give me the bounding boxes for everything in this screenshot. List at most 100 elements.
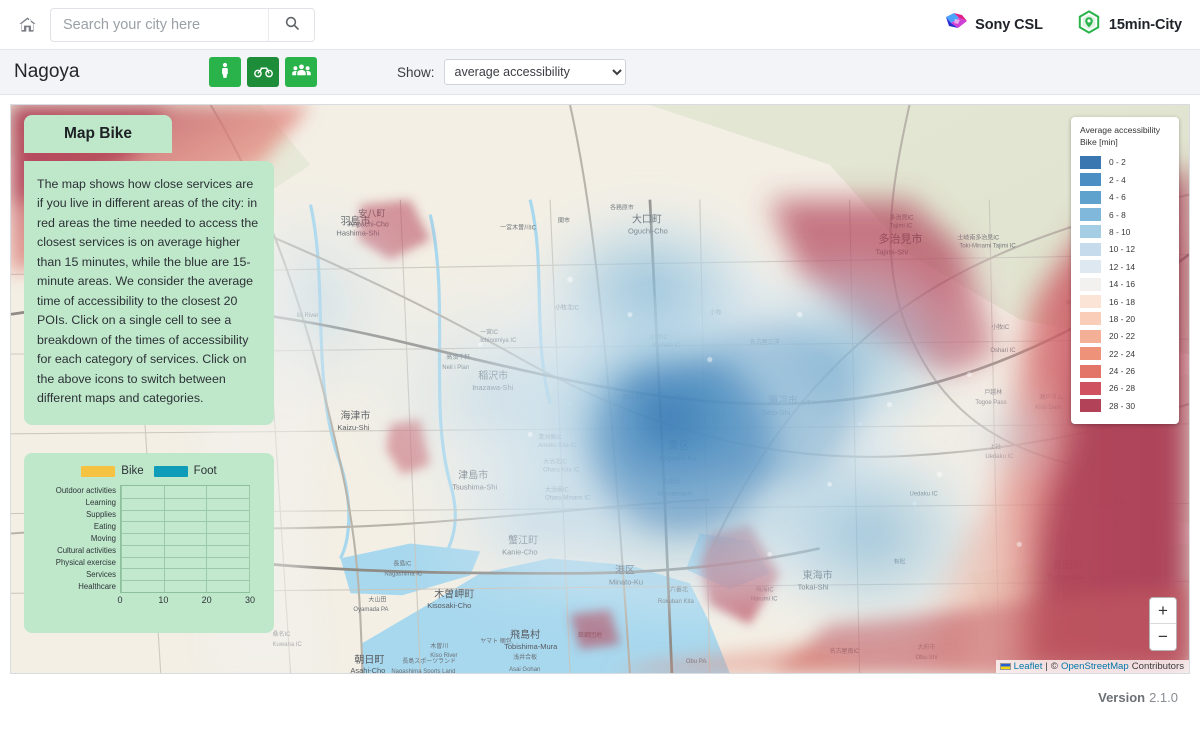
- legend-title-line2: Bike [min]: [1080, 136, 1118, 147]
- legend-label: 2 - 4: [1109, 174, 1126, 185]
- zoom-out-button[interactable]: −: [1150, 624, 1176, 650]
- legend-entries: 0 - 2 2 - 4 4 - 6 6 - 8 8 - 10 10 - 12 12 - 14…: [1080, 154, 1170, 415]
- svg-text:Nagashima Sports Land: Nagashima Sports Land: [391, 669, 455, 673]
- chart-category: Cultural activities: [57, 546, 116, 556]
- legend-label: 10 - 12: [1109, 244, 1136, 255]
- chart-body: Outdoor activities Learning Supplies Eat…: [30, 485, 268, 593]
- brand-15min-city[interactable]: 15min-City: [1077, 10, 1182, 39]
- leaflet-link[interactable]: Leaflet: [1014, 661, 1043, 672]
- legend-swatch: [1080, 364, 1101, 378]
- svg-text:刈谷: 刈谷: [1121, 632, 1133, 640]
- legend-row: 24 - 26: [1080, 362, 1170, 379]
- svg-text:一宮IC: 一宮IC: [480, 328, 499, 336]
- svg-text:Toyota-Shi: Toyota-Shi: [1047, 572, 1083, 581]
- search-bar[interactable]: [50, 7, 315, 42]
- search-input[interactable]: [51, 8, 268, 41]
- svg-text:Obu PA: Obu PA: [686, 659, 706, 665]
- legend-label: 6 - 8: [1109, 209, 1126, 220]
- svg-text:Tajimi-Shi: Tajimi-Shi: [876, 247, 909, 256]
- svg-text:Oshari IC: Oshari IC: [990, 348, 1016, 354]
- chart-plot-area[interactable]: [120, 485, 250, 593]
- legend-title-line1: Average accessibility: [1080, 125, 1161, 135]
- chart-legend-label-foot: Foot: [193, 465, 217, 477]
- top-bar: Sony CSL 15min-City: [0, 0, 1200, 50]
- legend-row: 0 - 2: [1080, 154, 1170, 171]
- svg-text:名古屋南IC: 名古屋南IC: [830, 647, 861, 655]
- legend-row: 16 - 18: [1080, 293, 1170, 310]
- svg-text:大治北IC: 大治北IC: [543, 458, 568, 466]
- zoom-in-button[interactable]: +: [1150, 598, 1176, 624]
- legend-row: 10 - 12: [1080, 241, 1170, 258]
- fifteen-min-city-logo: [1077, 10, 1101, 39]
- legend-swatch: [1080, 173, 1101, 187]
- svg-text:瀬戸市: 瀬戸市: [768, 394, 798, 407]
- map-title-tab[interactable]: Map Bike: [24, 115, 172, 153]
- show-label: Show:: [397, 64, 435, 80]
- legend-label: 24 - 26: [1109, 366, 1136, 377]
- svg-text:Oyamada PA: Oyamada PA: [353, 607, 388, 613]
- svg-text:Toki-Minami Tajimi IC: Toki-Minami Tajimi IC: [959, 244, 1016, 250]
- svg-text:Marutamachi: Marutamachi: [658, 492, 693, 498]
- chart-x-tick: 20: [201, 595, 212, 605]
- svg-text:Kaizu-Shi: Kaizu-Shi: [337, 423, 369, 432]
- mode-button-foot[interactable]: [209, 57, 241, 87]
- legend-swatch: [1080, 155, 1101, 169]
- svg-text:Oguchi-Cho: Oguchi-Cho: [628, 227, 668, 236]
- svg-text:港区: 港区: [615, 564, 635, 576]
- svg-text:Anpachi-Cho: Anpachi-Cho: [348, 222, 388, 229]
- svg-text:Tokai-Shi: Tokai-Shi: [798, 582, 829, 591]
- svg-text:有松: 有松: [894, 557, 906, 565]
- show-control: Show: average accessibility: [397, 59, 626, 85]
- map-container[interactable]: 羽島市 Hashima-Shi 海津市 Kaizu-Shi 津島市 Tsushi…: [10, 104, 1190, 674]
- page-title: Nagoya: [14, 61, 80, 82]
- svg-text:木曽川: 木曽川: [430, 642, 448, 650]
- mode-button-group: [209, 57, 317, 87]
- svg-text:大府市: 大府市: [917, 643, 935, 651]
- legend-swatch: [1080, 399, 1101, 413]
- legend-swatch: [1080, 312, 1101, 326]
- legend-row: 8 - 10: [1080, 223, 1170, 240]
- version-label: Version: [1098, 689, 1146, 705]
- svg-text:清洲東IC: 清洲東IC: [538, 433, 563, 441]
- svg-text:Hashima-Shi: Hashima-Shi: [336, 229, 379, 238]
- legend-label: 26 - 28: [1109, 383, 1136, 394]
- home-icon[interactable]: [14, 12, 40, 38]
- chart-legend-label-bike: Bike: [121, 465, 144, 477]
- chart-gridline: [163, 486, 165, 592]
- ukraine-flag-icon: [999, 663, 1011, 670]
- svg-text:Oharu Minami IC: Oharu Minami IC: [545, 496, 591, 502]
- svg-text:多治見IC: 多治見IC: [890, 214, 915, 222]
- bicycle-icon: [253, 64, 273, 81]
- legend-row: 18 - 20: [1080, 310, 1170, 327]
- chart-category: Healthcare: [78, 582, 116, 592]
- svg-text:Kanie-Cho: Kanie-Cho: [502, 547, 537, 556]
- show-select[interactable]: average accessibility: [443, 59, 626, 85]
- chart-category-labels: Outdoor activities Learning Supplies Eat…: [30, 485, 120, 593]
- chart-gridline: [121, 521, 249, 523]
- svg-text:上社: 上社: [989, 443, 1001, 451]
- search-icon: [284, 15, 300, 34]
- legend-label: 28 - 30: [1109, 400, 1136, 411]
- openstreetmap-link[interactable]: OpenStreetMap: [1061, 661, 1129, 672]
- svg-text:津島市: 津島市: [458, 469, 488, 482]
- chart-gridline: [249, 486, 250, 592]
- legend-label: 18 - 20: [1109, 313, 1136, 324]
- svg-text:Uedaku IC: Uedaku IC: [985, 454, 1014, 460]
- legend-label: 12 - 14: [1109, 261, 1136, 272]
- legend-swatch: [1080, 347, 1101, 361]
- svg-text:名古屋三洋: 名古屋三洋: [750, 338, 780, 346]
- chart-legend: Bike Foot: [30, 465, 268, 477]
- svg-text:Togoe Pass: Togoe Pass: [975, 400, 1006, 406]
- mode-button-people[interactable]: [285, 57, 317, 87]
- footer: Version 2.1.0: [0, 674, 1200, 720]
- svg-text:Inazawa-Shi: Inazawa-Shi: [472, 383, 513, 392]
- legend-swatch: [1080, 295, 1101, 309]
- chart-gridline: [206, 486, 208, 592]
- brand-sony-csl[interactable]: Sony CSL: [946, 13, 1043, 36]
- chart-gridline: [121, 568, 249, 570]
- search-button[interactable]: [268, 8, 314, 41]
- map-zoom-control: + −: [1149, 597, 1177, 651]
- mode-button-bike[interactable]: [247, 57, 279, 87]
- svg-text:Tsushima-Shi: Tsushima-Shi: [452, 483, 497, 492]
- chart-gridline: [121, 509, 249, 511]
